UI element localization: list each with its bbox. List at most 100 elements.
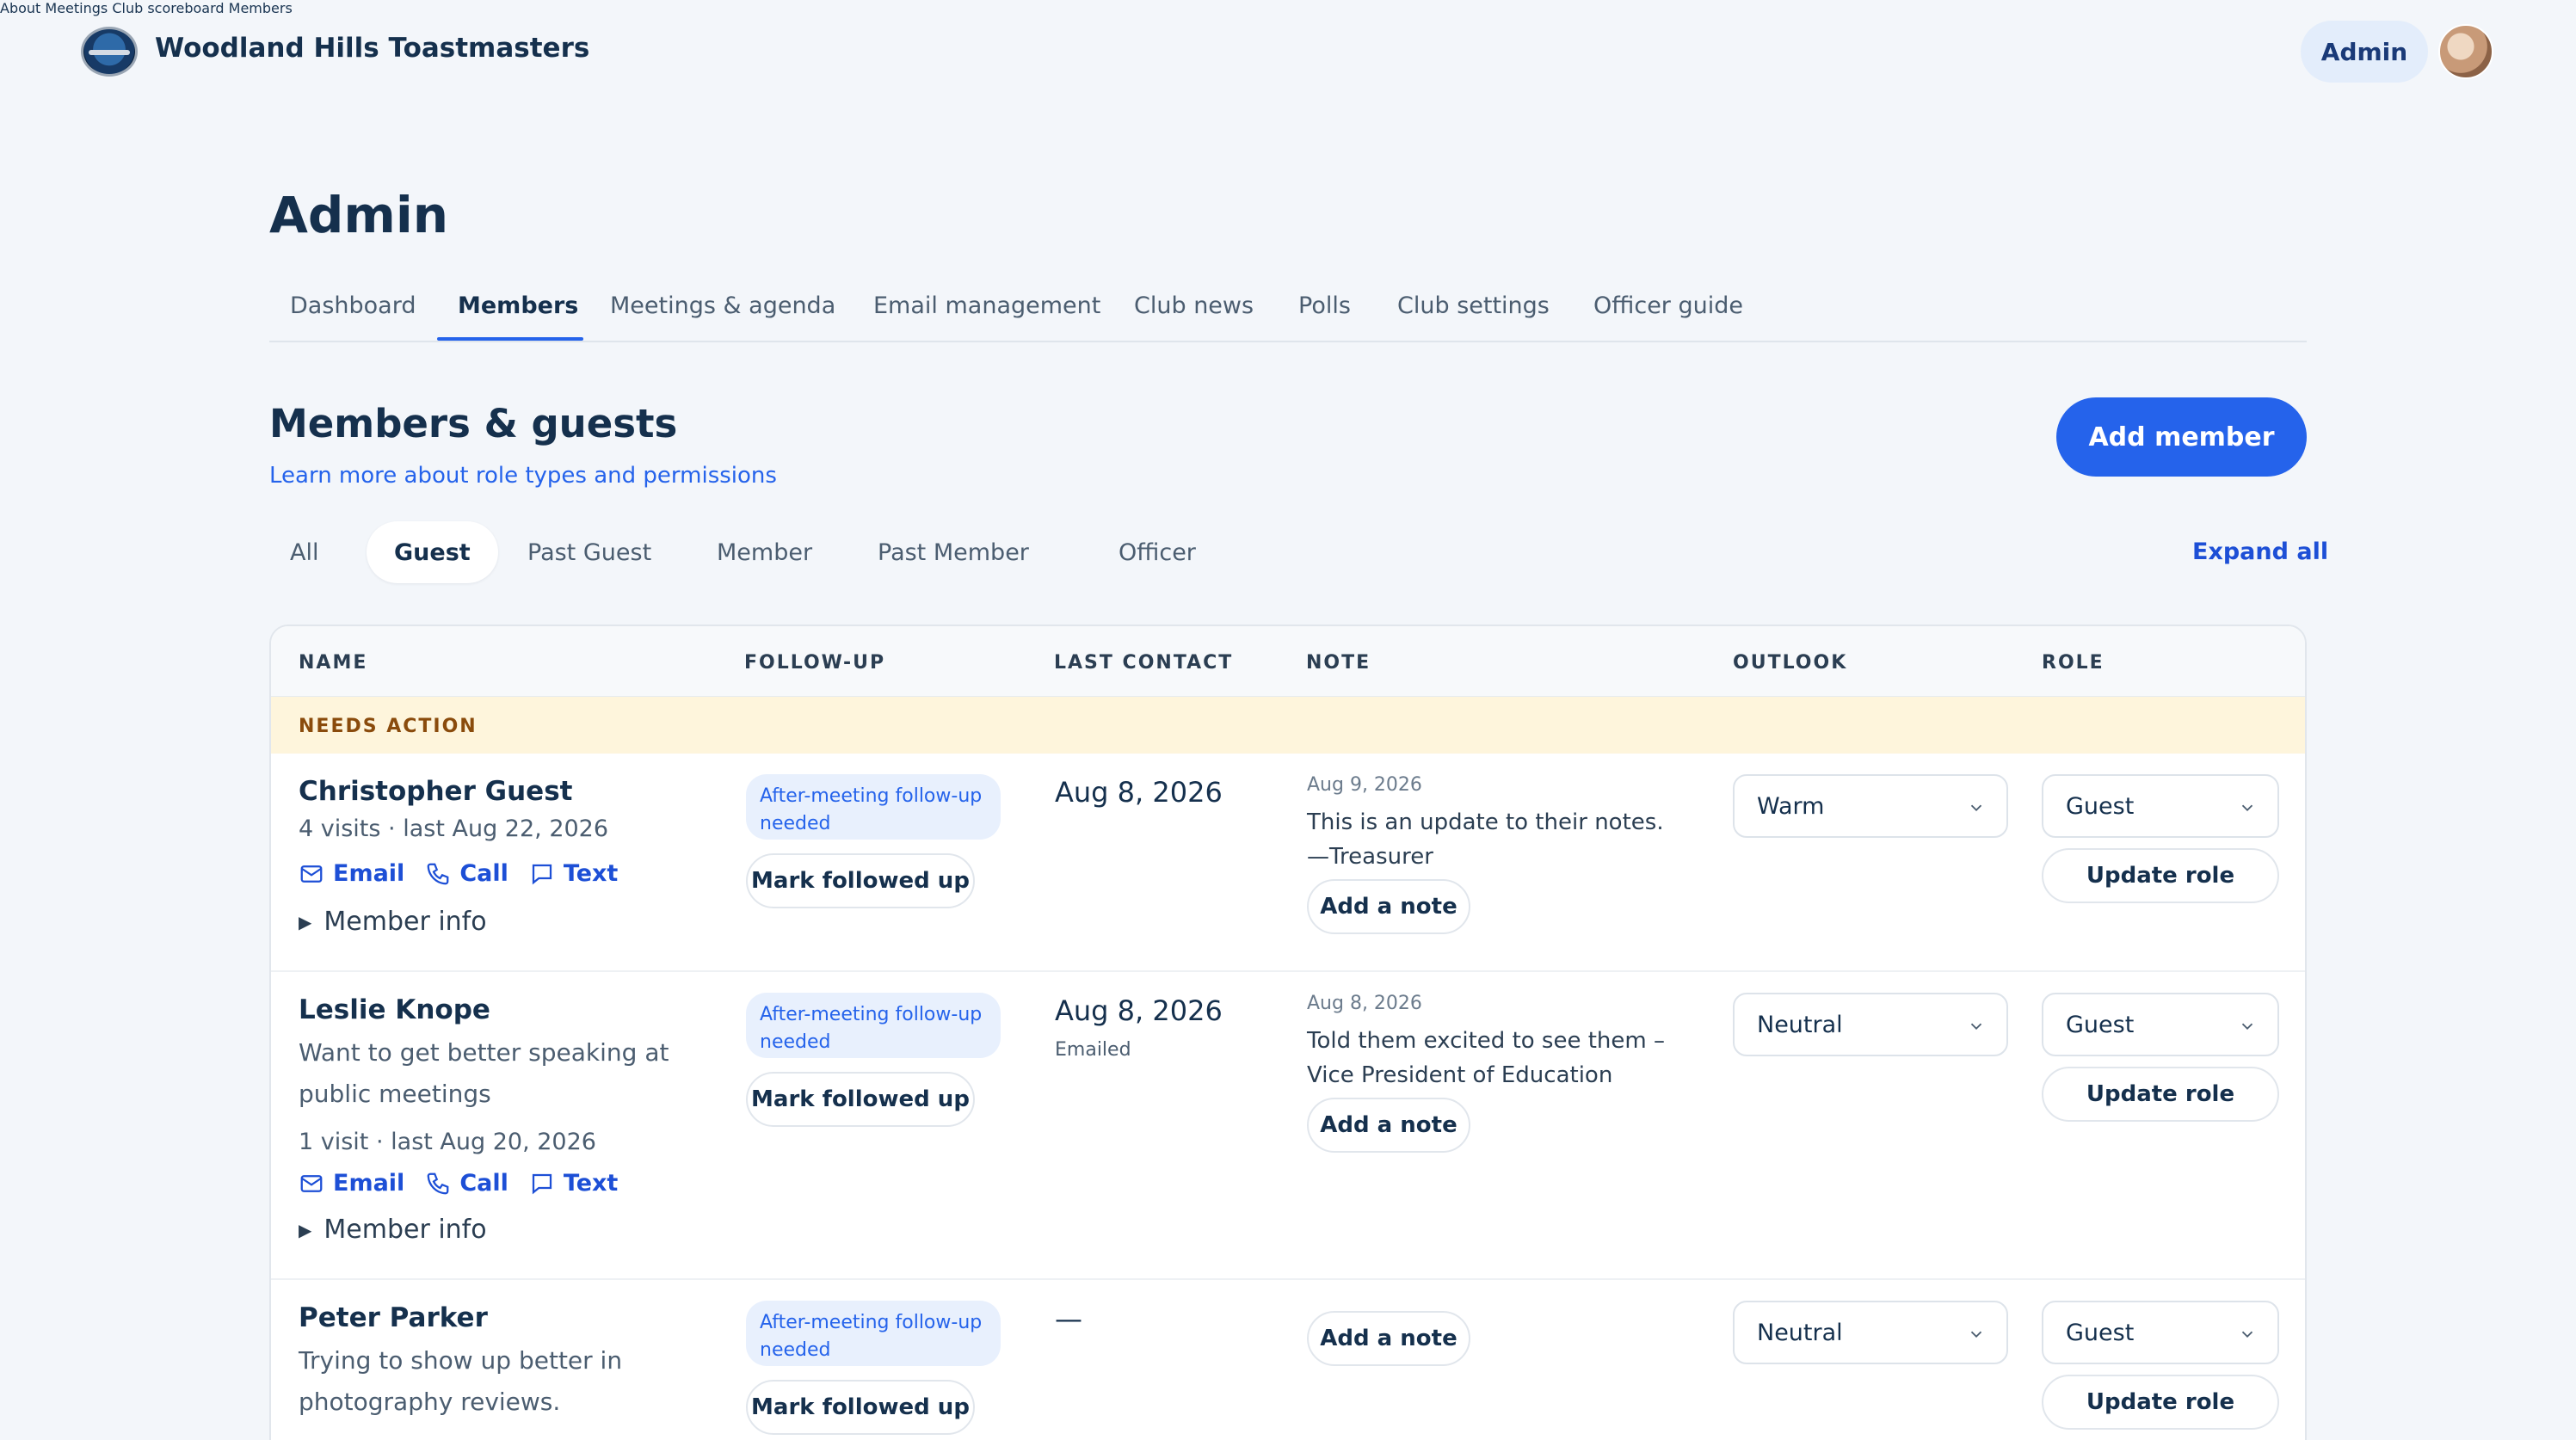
tab-polls[interactable]: Polls [1298, 292, 1351, 319]
filter-guest[interactable]: Guest [367, 521, 498, 583]
last-contact-date: Aug 8, 2026 [1055, 994, 1223, 1027]
mark-followed-up-button[interactable]: Mark followed up [746, 1072, 975, 1127]
tab-officer-guide[interactable]: Officer guide [1593, 292, 1743, 319]
outlook-select[interactable]: Warm [1733, 774, 2008, 838]
column-note: NOTE [1306, 652, 1371, 674]
column-outlook: OUTLOOK [1733, 652, 1848, 674]
visit-summary: 4 visits · last Aug 22, 2026 [299, 815, 609, 842]
admin-tabs: Dashboard Members Meetings & agenda Emai… [269, 275, 2307, 342]
column-last-contact: LAST CONTACT [1054, 652, 1234, 674]
filter-member[interactable]: Member [689, 521, 840, 583]
filter-all[interactable]: All [262, 521, 346, 583]
chevron-down-icon [2241, 1023, 2253, 1031]
last-contact-date: Aug 8, 2026 [1055, 776, 1223, 809]
tab-club-news[interactable]: Club news [1134, 292, 1254, 319]
role-types-link[interactable]: Learn more about role types and permissi… [269, 463, 777, 489]
tab-members[interactable]: Members [458, 292, 578, 319]
note-date: Aug 8, 2026 [1307, 993, 1422, 1014]
filter-past-member[interactable]: Past Member [850, 521, 1057, 583]
toastmasters-logo-icon[interactable] [81, 27, 138, 77]
update-role-button[interactable]: Update role [2042, 1375, 2279, 1430]
tab-email-management[interactable]: Email management [873, 292, 1100, 319]
group-needs-action: NEEDS ACTION [271, 697, 2305, 754]
filter-officer[interactable]: Officer [1091, 521, 1223, 583]
last-contact-date: — [1055, 1302, 1082, 1335]
tab-club-settings[interactable]: Club settings [1397, 292, 1550, 319]
chevron-down-icon [2241, 804, 2253, 812]
outlook-select[interactable]: Neutral [1733, 993, 2008, 1056]
chat-icon [532, 864, 552, 884]
member-info-toggle[interactable]: ▶ Member info [299, 1215, 487, 1245]
chat-icon [532, 1173, 552, 1194]
mail-icon [300, 1174, 323, 1192]
chevron-down-icon [1970, 804, 1982, 812]
table-header: NAME FOLLOW-UP LAST CONTACT NOTE OUTLOOK… [271, 626, 2305, 697]
chevron-down-icon [2241, 1331, 2253, 1338]
nav-meetings[interactable]: Meetings [45, 0, 108, 16]
mark-followed-up-button[interactable]: Mark followed up [746, 853, 975, 908]
call-link[interactable]: Call [425, 860, 508, 887]
follow-up-badge: After-meeting follow-up needed [746, 993, 1001, 1058]
add-note-button[interactable]: Add a note [1307, 879, 1470, 934]
text-link[interactable]: Text [529, 860, 618, 887]
nav-members[interactable]: Members [229, 0, 293, 16]
member-info-toggle[interactable]: ▶ Member info [299, 907, 487, 937]
note-text: This is an update to their notes. —Treas… [1307, 809, 1664, 870]
nav-about[interactable]: About [0, 0, 40, 16]
member-name[interactable]: Leslie Knope [299, 994, 490, 1025]
member-goal: Trying to show up better in photography … [299, 1346, 623, 1416]
phone-icon [427, 1172, 449, 1194]
member-name[interactable]: Christopher Guest [299, 776, 572, 807]
text-link[interactable]: Text [529, 1170, 618, 1197]
table-row: Leslie Knope Want to get better speaking… [271, 972, 2305, 1280]
group-label: NEEDS ACTION [299, 716, 478, 737]
contact-actions: Email Call Text [299, 1170, 618, 1197]
column-follow-up: FOLLOW-UP [744, 652, 886, 674]
nav-admin[interactable]: Admin [2301, 21, 2428, 83]
update-role-button[interactable]: Update role [2042, 848, 2279, 903]
column-name: NAME [299, 652, 368, 674]
mark-followed-up-button[interactable]: Mark followed up [746, 1380, 975, 1435]
section-title: Members & guests [269, 401, 678, 446]
chevron-down-icon [1970, 1023, 1982, 1031]
caret-right-icon: ▶ [299, 1219, 312, 1240]
active-tab-indicator [437, 337, 583, 341]
follow-up-badge: After-meeting follow-up needed [746, 774, 1001, 840]
nav-club-scoreboard[interactable]: Club scoreboard [112, 0, 224, 16]
last-contact-method: Emailed [1055, 1039, 1131, 1061]
expand-all-button[interactable]: Expand all [2192, 538, 2328, 565]
note-text: Told them excited to see them – Vice Pre… [1307, 1028, 1665, 1088]
top-bar: Woodland Hills Toastmasters About Meetin… [0, 0, 2576, 103]
contact-actions: Email Call Text [299, 860, 618, 887]
club-name[interactable]: Woodland Hills Toastmasters [155, 33, 589, 64]
members-table: NAME FOLLOW-UP LAST CONTACT NOTE OUTLOOK… [269, 625, 2307, 1440]
tab-dashboard[interactable]: Dashboard [290, 292, 416, 319]
tab-meetings-agenda[interactable]: Meetings & agenda [610, 292, 835, 319]
member-goal: Want to get better speaking at public me… [299, 1038, 669, 1108]
filter-past-guest[interactable]: Past Guest [500, 521, 679, 583]
follow-up-badge: After-meeting follow-up needed [746, 1301, 1001, 1366]
caret-right-icon: ▶ [299, 911, 312, 932]
email-link[interactable]: Email [299, 1170, 404, 1197]
email-link[interactable]: Email [299, 860, 404, 887]
mail-icon [300, 865, 323, 883]
add-note-button[interactable]: Add a note [1307, 1098, 1470, 1153]
call-link[interactable]: Call [425, 1170, 508, 1197]
table-row: Peter Parker Trying to show up better in… [271, 1280, 2305, 1440]
user-avatar[interactable] [2438, 24, 2493, 79]
chevron-down-icon [1970, 1331, 1982, 1338]
page-title: Admin [269, 186, 449, 244]
column-role: ROLE [2042, 652, 2105, 674]
update-role-button[interactable]: Update role [2042, 1067, 2279, 1122]
outlook-select[interactable]: Neutral [1733, 1301, 2008, 1364]
add-member-button[interactable]: Add member [2056, 397, 2307, 477]
role-select[interactable]: Guest [2042, 993, 2279, 1056]
role-select[interactable]: Guest [2042, 1301, 2279, 1364]
member-name[interactable]: Peter Parker [299, 1302, 488, 1333]
role-select[interactable]: Guest [2042, 774, 2279, 838]
table-row: Christopher Guest 4 visits · last Aug 22… [271, 754, 2305, 972]
phone-icon [427, 863, 449, 884]
role-filter-tabs: All Guest Past Guest Member Past Member … [269, 521, 1302, 583]
add-note-button[interactable]: Add a note [1307, 1311, 1470, 1366]
note-date: Aug 9, 2026 [1307, 774, 1422, 796]
